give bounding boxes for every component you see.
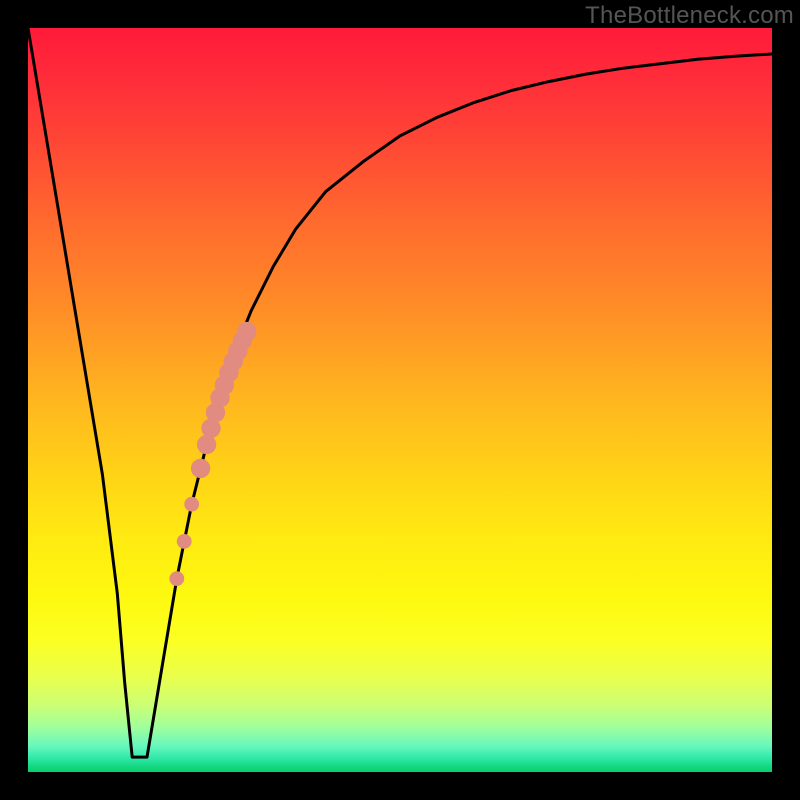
highlight-markers [169,322,256,586]
highlight-marker [184,497,199,512]
watermark-text: TheBottleneck.com [585,2,794,30]
highlight-marker [237,322,256,341]
curve-layer [28,28,772,772]
highlight-marker [191,459,210,478]
chart-frame: TheBottleneck.com [0,0,800,800]
highlight-marker [197,435,216,454]
highlight-marker [169,571,184,586]
plot-area [28,28,772,772]
highlight-marker [177,534,192,549]
bottleneck-curve [28,28,772,757]
